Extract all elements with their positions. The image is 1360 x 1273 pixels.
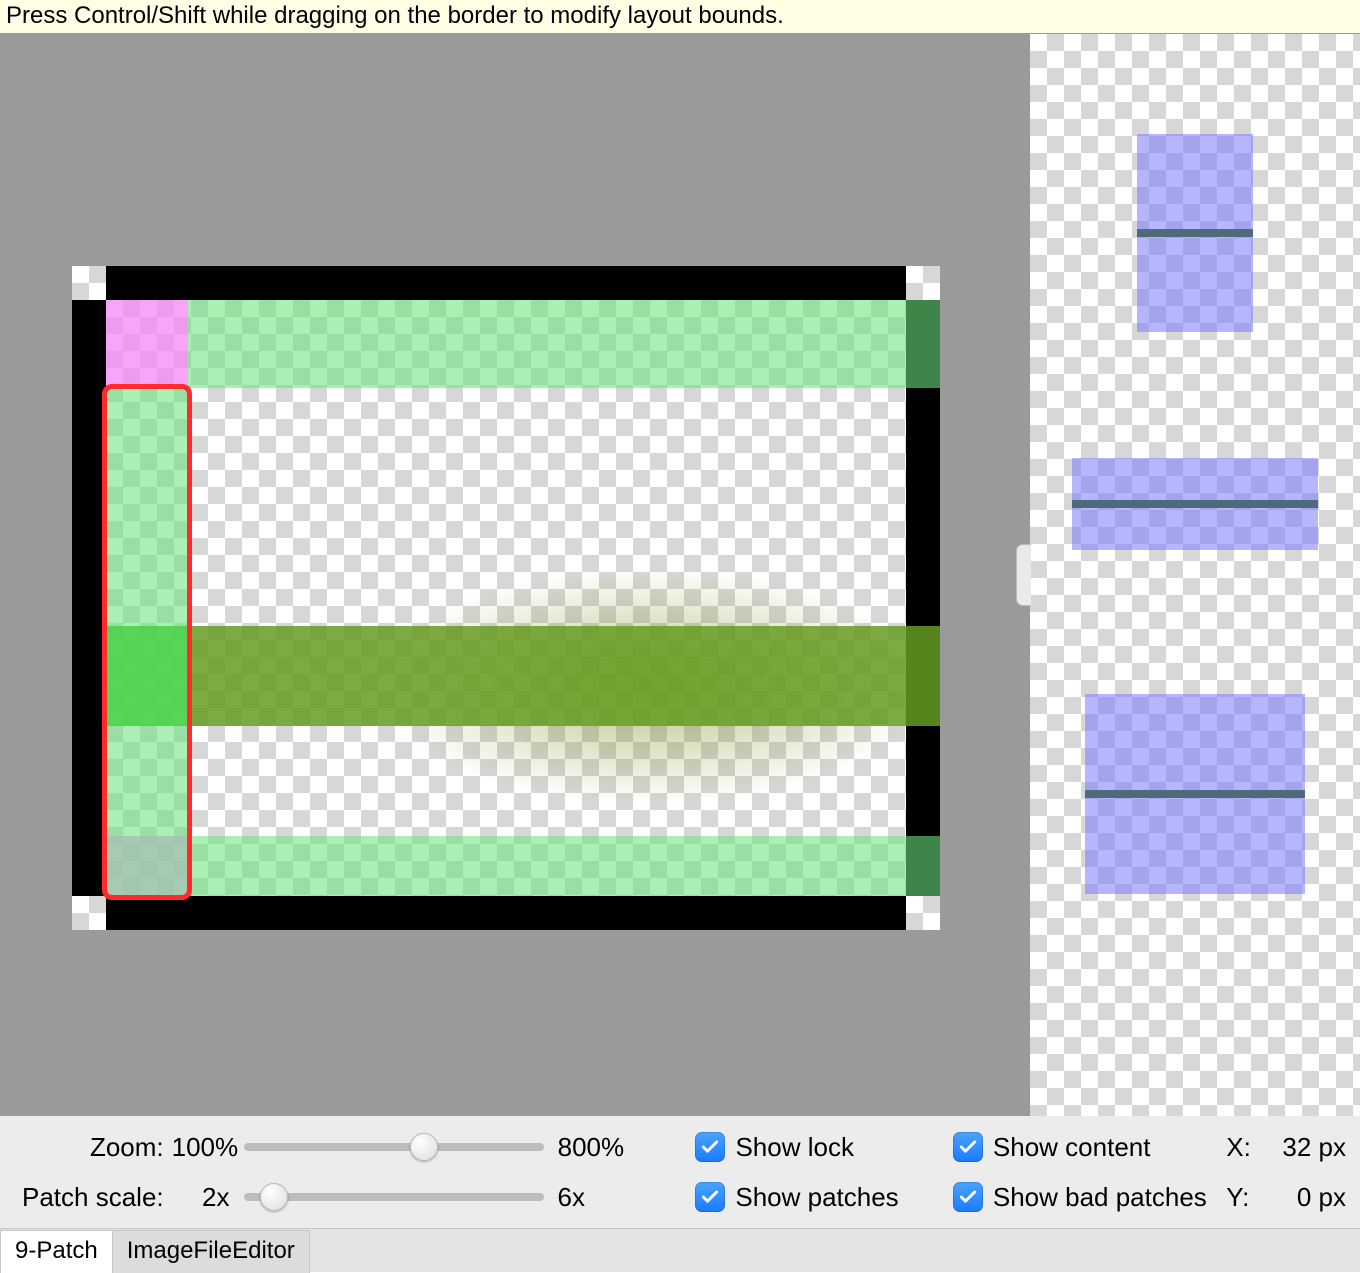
preview-column[interactable] bbox=[1030, 34, 1360, 1116]
ninepatch-border-bottom[interactable] bbox=[72, 896, 906, 930]
ninepatch-image[interactable] bbox=[72, 266, 940, 930]
hint-bar: Press Control/Shift while dragging on th… bbox=[0, 0, 1360, 34]
show-lock-checkbox[interactable] bbox=[695, 1132, 725, 1162]
cursor-x: X: 32 px bbox=[1226, 1132, 1346, 1163]
checker-corner bbox=[906, 266, 940, 300]
patch-overlay bbox=[188, 300, 940, 388]
tab-9patch[interactable]: 9-Patch bbox=[0, 1230, 113, 1273]
zoom-max: 800% bbox=[550, 1132, 630, 1163]
check-icon bbox=[700, 1137, 720, 1157]
show-bad-patches-checkbox[interactable] bbox=[953, 1182, 983, 1212]
slider-thumb[interactable] bbox=[410, 1133, 438, 1161]
editor-tabs: 9-Patch ImageFileEditor bbox=[0, 1228, 1360, 1272]
lock-region bbox=[106, 300, 188, 388]
patch-overlay bbox=[106, 626, 188, 726]
checker-corner bbox=[906, 896, 940, 930]
hint-text: Press Control/Shift while dragging on th… bbox=[6, 2, 784, 29]
ninepatch-border-left[interactable] bbox=[72, 266, 106, 896]
check-icon bbox=[958, 1187, 978, 1207]
main-area bbox=[0, 34, 1360, 1116]
patch-overlay bbox=[188, 836, 940, 896]
preview-divider bbox=[1137, 229, 1253, 237]
x-label: X: bbox=[1226, 1132, 1254, 1163]
tab-label: 9-Patch bbox=[15, 1237, 98, 1264]
tab-label: ImageFileEditor bbox=[127, 1237, 295, 1264]
slider-thumb[interactable] bbox=[260, 1183, 288, 1211]
patchscale-min: 2x bbox=[172, 1182, 238, 1213]
preview-divider bbox=[1085, 790, 1305, 798]
preview-sample bbox=[1137, 134, 1253, 332]
show-patches-checkbox[interactable] bbox=[695, 1182, 725, 1212]
x-value: 32 px bbox=[1254, 1132, 1346, 1163]
y-value: 0 px bbox=[1254, 1182, 1346, 1213]
ninepatch-canvas[interactable] bbox=[0, 34, 1030, 1116]
patchscale-label: Patch scale: bbox=[2, 1182, 172, 1213]
show-lock-label: Show lock bbox=[735, 1132, 854, 1163]
show-bad-patches-label: Show bad patches bbox=[993, 1182, 1207, 1213]
ninepatch-border-right[interactable] bbox=[906, 300, 940, 896]
patchscale-slider[interactable] bbox=[244, 1193, 544, 1201]
tab-imagefileeditor[interactable]: ImageFileEditor bbox=[112, 1230, 310, 1273]
preview-sample bbox=[1072, 458, 1318, 550]
checker-corner bbox=[72, 266, 106, 300]
checker-corner bbox=[72, 896, 106, 930]
check-icon bbox=[958, 1137, 978, 1157]
check-icon bbox=[700, 1187, 720, 1207]
show-patches-label: Show patches bbox=[735, 1182, 898, 1213]
preview-sample bbox=[1085, 694, 1305, 894]
y-label: Y: bbox=[1226, 1182, 1254, 1213]
content-band bbox=[188, 626, 940, 726]
patchscale-max: 6x bbox=[550, 1182, 630, 1213]
zoom-label: Zoom: bbox=[2, 1132, 172, 1163]
zoom-min: 100% bbox=[172, 1132, 238, 1163]
show-content-label: Show content bbox=[993, 1132, 1151, 1163]
ninepatch-border-top[interactable] bbox=[72, 266, 906, 300]
zoom-slider[interactable] bbox=[244, 1143, 544, 1151]
cursor-y: Y: 0 px bbox=[1226, 1182, 1346, 1213]
controls-bar: Zoom: 100% 800% Show lock Show content X… bbox=[0, 1116, 1360, 1228]
show-content-checkbox[interactable] bbox=[953, 1132, 983, 1162]
preview-divider bbox=[1072, 500, 1318, 508]
